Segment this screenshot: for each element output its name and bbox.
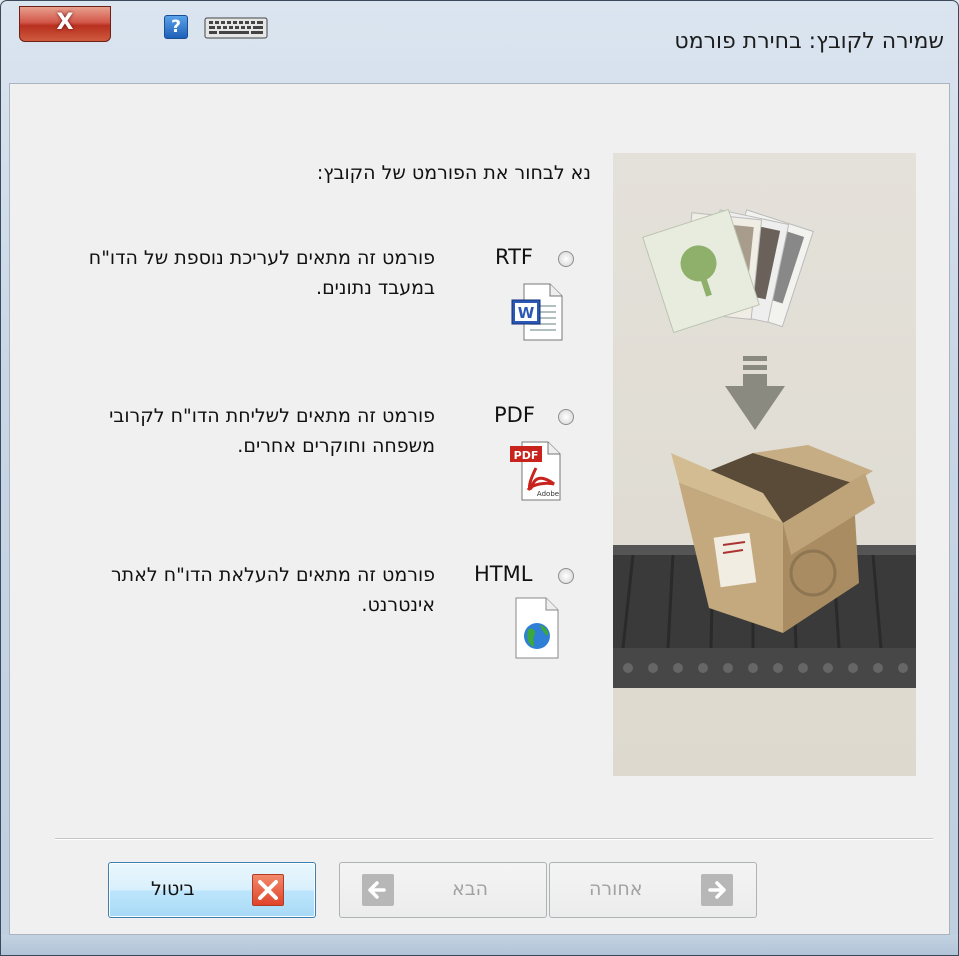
next-button[interactable]: הבא <box>339 862 547 918</box>
back-label: אחורה <box>589 878 643 900</box>
pdf-radio[interactable] <box>558 409 574 425</box>
html-description: פורמט זה מתאים להעלאת הדו"ח לאתר אינטרנט… <box>110 564 435 616</box>
rtf-radio[interactable] <box>558 251 574 267</box>
cancel-button[interactable]: ביטול <box>108 862 316 918</box>
cancel-label: ביטול <box>151 878 195 900</box>
rtf-label[interactable]: RTF <box>495 245 533 269</box>
dialog-window: X ? שמירה לקובץ: בחירת פורמט נא לבחור את… <box>0 0 959 956</box>
arrow-left-icon <box>362 874 394 906</box>
close-icon: X <box>56 10 74 35</box>
pdf-document-icon: PDF Adobe <box>510 441 561 501</box>
pdf-description: פורמט זה מתאים לשליחת הדו"ח לקרובי משפחה… <box>109 405 435 457</box>
help-button[interactable]: ? <box>164 15 188 39</box>
separator <box>55 838 933 840</box>
close-button[interactable]: X <box>19 6 111 42</box>
rtf-description: פורמט זה מתאים לעריכת נוספת של הדו"ח במע… <box>88 247 435 299</box>
export-illustration <box>613 153 916 776</box>
arrow-right-icon <box>701 874 733 906</box>
window-frame-bottom <box>1 935 958 955</box>
next-label: הבא <box>452 878 489 900</box>
dialog-content: נא לבחור את הפורמט של הקובץ: RTF פורמט ז… <box>9 83 950 935</box>
html-globe-icon <box>515 597 559 659</box>
html-radio[interactable] <box>558 568 574 584</box>
svg-text:Adobe: Adobe <box>537 490 559 498</box>
keyboard-icon[interactable] <box>204 17 268 39</box>
format-prompt: נא לבחור את הפורמט של הקובץ: <box>316 162 591 184</box>
window-title: שמירה לקובץ: בחירת פורמט <box>674 29 944 54</box>
back-button[interactable]: אחורה <box>549 862 757 918</box>
svg-text:PDF: PDF <box>514 449 539 462</box>
word-document-icon: W <box>511 283 563 341</box>
svg-text:W: W <box>518 304 535 322</box>
pdf-label[interactable]: PDF <box>494 403 535 427</box>
title-bar[interactable]: X ? שמירה לקובץ: בחירת פורמט <box>1 1 958 81</box>
html-label[interactable]: HTML <box>474 562 532 586</box>
cancel-x-icon <box>252 874 284 906</box>
